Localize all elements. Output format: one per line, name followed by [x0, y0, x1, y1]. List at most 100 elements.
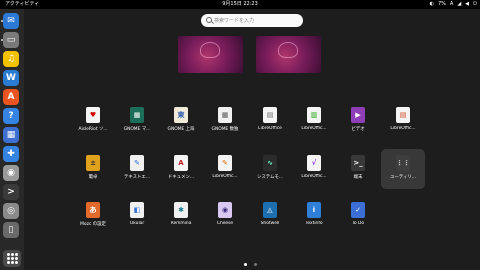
app-tile[interactable]: ◧ Okular [115, 196, 159, 236]
app-tile[interactable]: ♥ AisleRiot ソ... [71, 101, 115, 141]
app-icon: ▤ [263, 107, 277, 123]
app-label: システムモ... [256, 175, 283, 180]
grid-dot [7, 257, 10, 260]
app-icon: ◉ [218, 202, 232, 218]
app-label: Mozc の設定 [80, 222, 106, 227]
clock[interactable]: 9月15日 22:23 [0, 0, 480, 9]
app-label: LibreOffic... [301, 174, 327, 179]
grid-dot [11, 257, 14, 260]
app-icon: ▦ [130, 107, 144, 123]
app-label: To Do [351, 221, 365, 226]
app-tile[interactable]: 東 GNOME 上海 [159, 101, 203, 141]
app-tile[interactable]: あ Mozc の設定 [71, 196, 115, 236]
app-icon: i [307, 202, 321, 218]
workspace-thumbnail-1[interactable] [178, 36, 243, 73]
running-indicator [1, 39, 3, 41]
app-label: ビデオ [351, 127, 365, 132]
system-tray[interactable]: ◐ 7% A ◢ ◀ ⏻ [430, 0, 477, 9]
app-icon: あ [86, 202, 100, 218]
app-label: AisleRiot ソ... [78, 127, 108, 132]
running-indicator [1, 20, 3, 22]
app-label: 電卓 [88, 175, 98, 180]
app-tile[interactable]: ✎ LibreOffic... [203, 149, 247, 189]
app-tile[interactable]: √ LibreOffic... [292, 149, 336, 189]
grid-dot [7, 261, 10, 264]
volume-icon[interactable]: ◀ [465, 0, 469, 9]
grid-dot [15, 253, 18, 256]
app-icon: ± [86, 155, 100, 171]
app-icon: ◧ [130, 202, 144, 218]
app-label: ドキュメン... [167, 175, 195, 180]
input-method-indicator[interactable]: A [450, 0, 453, 9]
app-tile[interactable]: ✱ Remmina [159, 196, 203, 236]
indicator-icon[interactable]: ◐ [430, 0, 434, 9]
calendar-icon[interactable]: ▦ [3, 127, 19, 143]
app-tile[interactable]: A ドキュメン... [159, 149, 203, 189]
thunderbird-icon[interactable]: ✉ [3, 13, 19, 29]
rhythmbox-icon[interactable]: ♫ [3, 51, 19, 67]
grid-dot [7, 253, 10, 256]
help-icon[interactable]: ? [3, 108, 19, 124]
app-icon: ▦ [218, 107, 232, 123]
dock: ✉ ▭ ♫ W A? ▦ ✚ ◉ > ◎ ▯ [0, 9, 24, 270]
app-tile[interactable]: ∿ システムモ... [248, 149, 292, 189]
app-label: ユーティリ... [390, 175, 416, 180]
app-tile[interactable]: ⋮⋮ ユーティリ... [381, 149, 425, 189]
app-label: LibreOffic... [390, 126, 416, 131]
app-label: GNOME マ... [123, 127, 151, 132]
grid-dot [15, 257, 18, 260]
app-label: テキストエ... [123, 175, 150, 180]
terminal-icon[interactable]: > [3, 184, 19, 200]
show-apps-button[interactable] [3, 250, 21, 267]
trash-icon[interactable]: ▯ [3, 222, 19, 238]
app-icon: ✎ [218, 155, 232, 171]
app-icon: ▥ [307, 107, 321, 123]
app-tile[interactable]: ▥ LibreOffic... [292, 101, 336, 141]
battery-percent: 7% [437, 1, 446, 7]
app-label: 端末 [353, 175, 363, 180]
app-tile[interactable]: ▤ LibreOffice [248, 101, 292, 141]
files-icon[interactable]: ▭ [3, 32, 19, 48]
app-tile[interactable]: ✓ To Do [336, 196, 380, 236]
app-label: Remmina [170, 221, 192, 226]
disk-icon[interactable]: ◎ [3, 203, 19, 219]
page-indicator-1[interactable] [244, 263, 247, 266]
app-icon: 東 [174, 107, 188, 123]
extension-icon[interactable]: ✚ [3, 146, 19, 162]
app-tile[interactable]: ◉ Cheese [203, 196, 247, 236]
app-label: Textinfo [305, 221, 323, 226]
app-tile[interactable]: ▦ GNOME マ... [115, 101, 159, 141]
app-icon: ⋮⋮ [396, 155, 410, 171]
search-input[interactable] [214, 16, 294, 25]
app-icon: >_ [351, 155, 365, 171]
page-indicator-2[interactable] [254, 263, 257, 266]
app-icon: ♥ [86, 107, 100, 123]
power-icon[interactable]: ⏻ [473, 0, 477, 9]
workspace-thumbnail-2[interactable] [256, 36, 321, 73]
network-icon[interactable]: ◢ [457, 0, 461, 9]
grid-dot [11, 261, 14, 264]
app-icon: ✎ [130, 155, 144, 171]
app-tile[interactable]: >_ 端末 [336, 149, 380, 189]
app-tile[interactable]: ± 電卓 [71, 149, 115, 189]
app-label: LibreOffice [258, 126, 282, 131]
app-label: GNOME 数独 [211, 127, 239, 132]
app-tile[interactable]: ▶ ビデオ [336, 101, 380, 141]
search-bar[interactable] [201, 14, 303, 27]
app-tile[interactable]: ▤ LibreOffic... [381, 101, 425, 141]
app-tile[interactable]: ◬ Shotwell [248, 196, 292, 236]
libreoffice-writer-icon[interactable]: W [3, 70, 19, 86]
app-icon: ◬ [263, 202, 277, 218]
app-tile[interactable]: ▦ GNOME 数独 [203, 101, 247, 141]
app-icon: √ [307, 155, 321, 171]
app-icon: ▶ [351, 107, 365, 123]
app-icon: ✓ [351, 202, 365, 218]
search-icon [206, 17, 212, 23]
app-label: GNOME 上海 [167, 127, 195, 132]
app-label: Okular [129, 221, 145, 226]
app-label: LibreOffic... [212, 174, 238, 179]
app-center-icon[interactable]: A [3, 89, 19, 105]
app-tile[interactable]: i Textinfo [292, 196, 336, 236]
app-tile[interactable]: ✎ テキストエ... [115, 149, 159, 189]
image-viewer-icon[interactable]: ◉ [3, 165, 19, 181]
